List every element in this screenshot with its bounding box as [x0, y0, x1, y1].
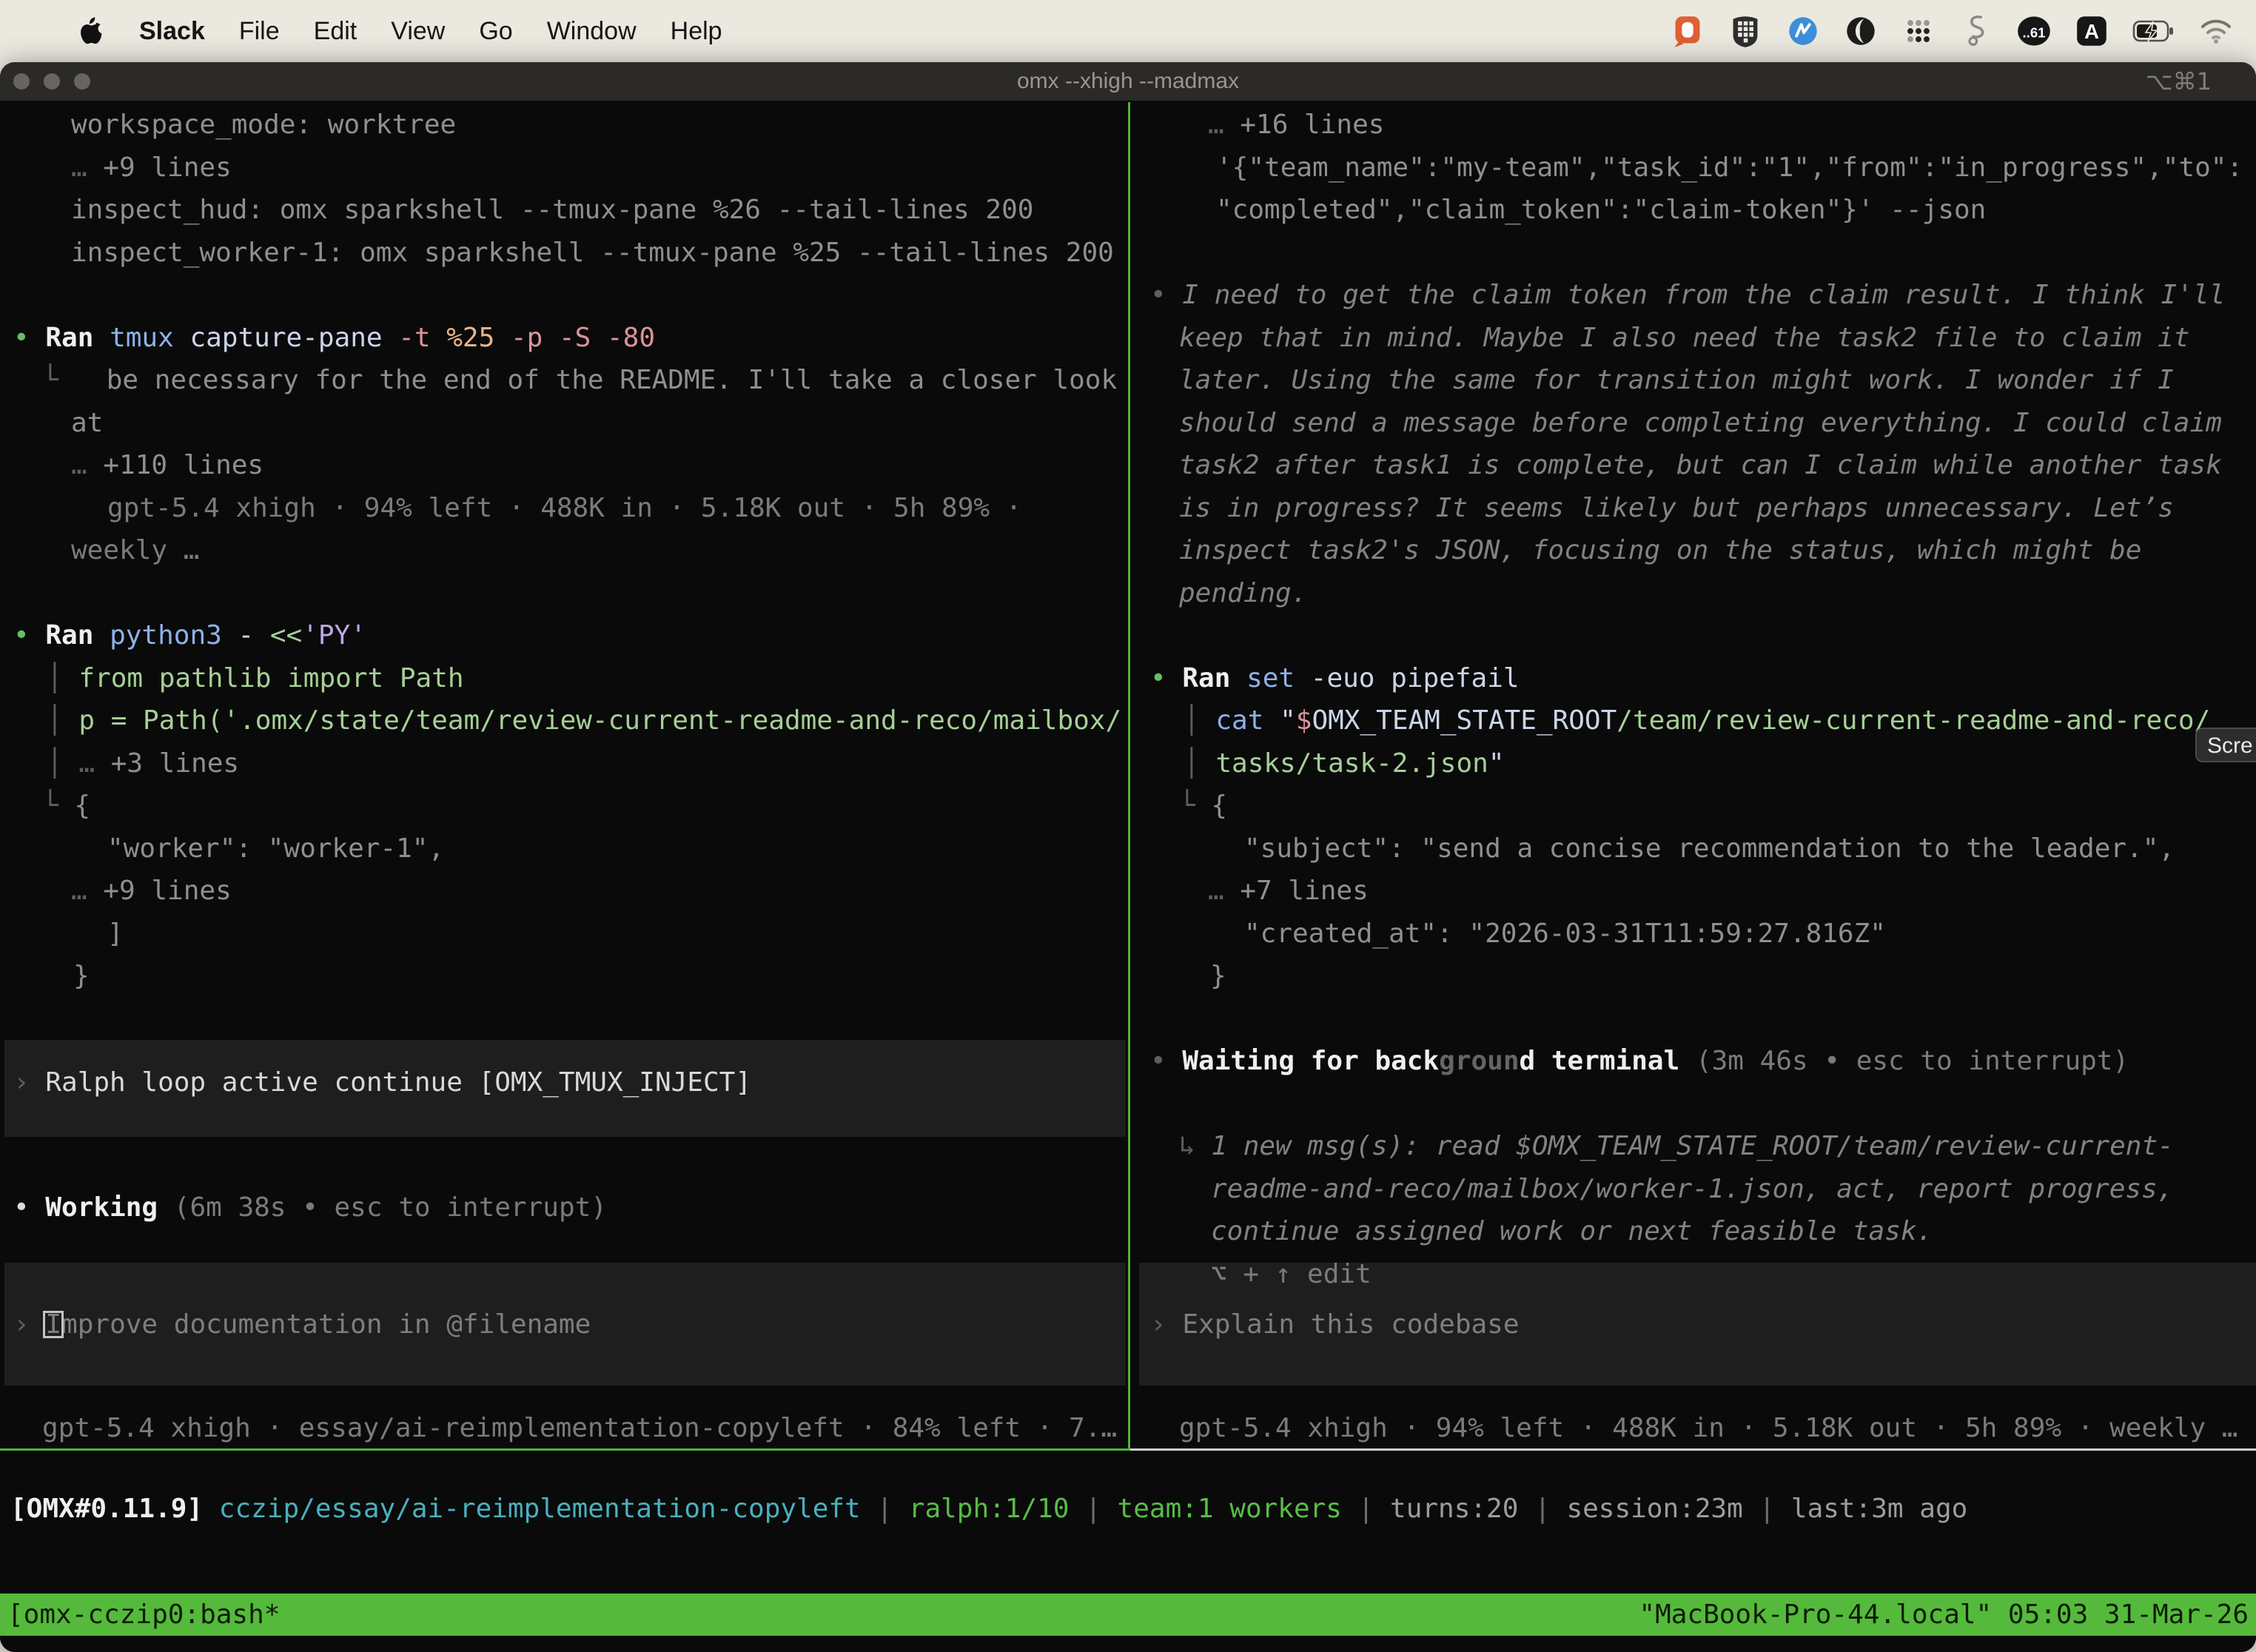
squiggle-icon[interactable]: [1958, 13, 1994, 49]
menu-item-edit[interactable]: Edit: [314, 17, 357, 46]
battery-icon[interactable]: [2132, 13, 2176, 49]
screen-recording-indicator-icon[interactable]: [1670, 13, 1705, 49]
window-shortcut: ⌥⌘1: [2146, 62, 2212, 101]
wifi-icon[interactable]: [2198, 13, 2234, 49]
screen-sharing-overlay[interactable]: Scre: [2195, 728, 2256, 762]
terminal-window: omx --xhigh --madmax ⌥⌘1 workspace_mode:…: [0, 62, 2256, 1652]
menu-bar: Slack File Edit View Go Window Help: [0, 0, 2256, 62]
dots-grid-icon[interactable]: [1901, 13, 1936, 49]
tmux-host-clock: "MacBook-Pro-44.local" 05:03 31-Mar-26: [1639, 1594, 2249, 1636]
tmux-status-bar: [omx-cczip0:bash* "MacBook-Pro-44.local"…: [0, 1594, 2256, 1636]
badge-61-label: ..61: [2023, 25, 2046, 41]
menu-item-view[interactable]: View: [391, 17, 445, 46]
apple-logo-icon[interactable]: [75, 16, 105, 46]
window-titlebar[interactable]: omx --xhigh --madmax ⌥⌘1: [0, 62, 2256, 101]
menu-items: Slack File Edit View Go Window Help: [0, 16, 722, 46]
dark-crescent-icon[interactable]: [1843, 13, 1879, 49]
omx-status-area: [OMX#0.11.9] cczip/essay/ai-reimplementa…: [0, 101, 2256, 1652]
menu-item-file[interactable]: File: [239, 17, 280, 46]
omx-status-line: [OMX#0.11.9] cczip/essay/ai-reimplementa…: [10, 1488, 1967, 1531]
blue-zigzag-icon[interactable]: [1785, 13, 1821, 49]
terminal-body: workspace_mode: worktree… +9 linesinspec…: [0, 101, 2256, 1652]
tmux-session-label: [omx-cczip0:bash*: [7, 1594, 280, 1636]
input-source-label: A: [2084, 20, 2099, 43]
input-source-icon[interactable]: A: [2074, 13, 2109, 49]
menu-item-go[interactable]: Go: [479, 17, 512, 46]
menu-item-help[interactable]: Help: [671, 17, 722, 46]
menu-item-window[interactable]: Window: [547, 17, 637, 46]
menu-item-slack[interactable]: Slack: [139, 17, 205, 46]
window-title: omx --xhigh --madmax: [0, 62, 2256, 101]
keypad-shield-icon[interactable]: [1728, 13, 1763, 49]
badge-61-icon[interactable]: ..61: [2016, 13, 2052, 49]
menu-status-icons: ..61 A: [1670, 13, 2256, 49]
